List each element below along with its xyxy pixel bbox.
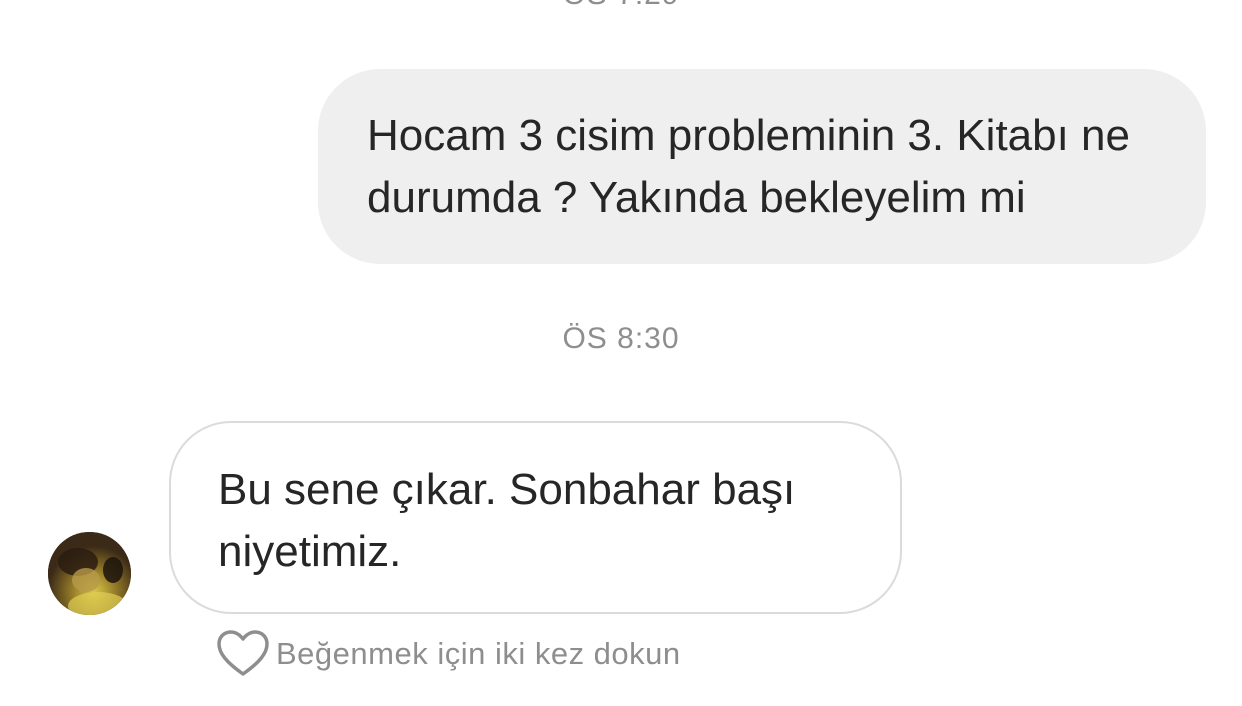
avatar-image: [48, 532, 131, 615]
sender-avatar[interactable]: [48, 532, 131, 615]
like-hint-row[interactable]: Beğenmek için iki kez dokun: [216, 628, 681, 680]
incoming-message-bubble[interactable]: Bu sene çıkar. Sonbahar başı niyetimiz.: [169, 421, 902, 614]
incoming-message-text: Bu sene çıkar. Sonbahar başı niyetimiz.: [218, 465, 796, 576]
heart-icon[interactable]: [216, 629, 270, 679]
like-hint-text: Beğenmek için iki kez dokun: [276, 636, 681, 671]
outgoing-message-bubble[interactable]: Hocam 3 cisim probleminin 3. Kitabı ne d…: [318, 69, 1206, 264]
previous-timestamp: ÖS 7:29: [0, 0, 1242, 12]
message-timestamp: ÖS 8:30: [562, 322, 680, 355]
outgoing-message-text: Hocam 3 cisim probleminin 3. Kitabı ne d…: [367, 111, 1130, 222]
